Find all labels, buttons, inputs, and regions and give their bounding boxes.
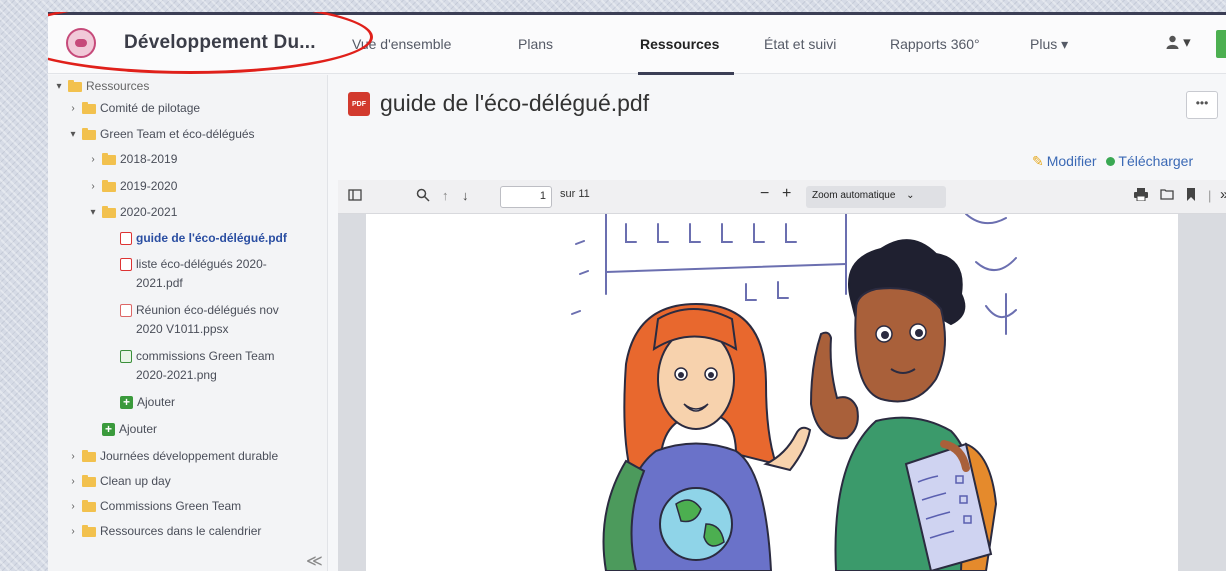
- previous-page-icon[interactable]: ↑: [442, 188, 449, 203]
- active-tab-indicator: [638, 72, 734, 75]
- search-icon[interactable]: [416, 188, 430, 205]
- chevron-down-icon[interactable]: ▾: [88, 203, 98, 222]
- image-file-icon: [120, 350, 132, 363]
- download-icon: [1106, 157, 1116, 166]
- nav-ressources[interactable]: Ressources: [640, 36, 719, 52]
- tree-file-commissions-png[interactable]: commissions Green Team 2020-2021.png: [120, 347, 275, 385]
- sidebar-toggle-icon[interactable]: [348, 188, 362, 205]
- edit-link[interactable]: Modifier: [1047, 153, 1097, 169]
- chevron-right-icon[interactable]: ›: [88, 150, 98, 169]
- tree-item-journees[interactable]: › Journées développement durable: [68, 447, 278, 466]
- page-total: sur 11: [560, 188, 590, 200]
- chevron-down-icon[interactable]: ▾: [54, 77, 64, 96]
- resource-tree-sidebar: ▾ Ressources › Comité de pilotage ▾ Gree…: [48, 75, 328, 571]
- folder-icon: [82, 475, 96, 487]
- next-page-icon[interactable]: ↓: [462, 188, 469, 203]
- students-illustration: [566, 214, 1066, 571]
- zoom-in-button[interactable]: +: [782, 185, 791, 203]
- tree-file-guide-pdf[interactable]: guide de l'éco-délégué.pdf: [120, 229, 287, 248]
- user-menu[interactable]: ▾: [1166, 33, 1191, 51]
- user-menu-caret: ▾: [1183, 34, 1191, 51]
- tree-item-green-team[interactable]: ▾ Green Team et éco-délégués: [68, 125, 254, 144]
- user-icon: [1166, 35, 1179, 49]
- presentation-file-icon: [120, 304, 132, 317]
- tree-item-comite[interactable]: › Comité de pilotage: [68, 99, 200, 118]
- tree-item-2020-2021[interactable]: ▾ 2020-2021: [88, 203, 177, 222]
- folder-icon: [82, 525, 96, 537]
- tree-file-reunion-ppsx[interactable]: Réunion éco-délégués nov 2020 V1011.ppsx: [120, 301, 279, 339]
- more-options-button[interactable]: •••: [1186, 91, 1218, 119]
- chevron-right-icon[interactable]: ›: [68, 472, 78, 491]
- nav-rapports-360[interactable]: Rapports 360°: [890, 36, 980, 52]
- more-tools-icon[interactable]: »: [1220, 186, 1226, 203]
- folder-icon: [82, 500, 96, 512]
- chevron-right-icon[interactable]: ›: [68, 522, 78, 541]
- plus-icon: +: [102, 423, 115, 436]
- toolbar-divider: |: [1208, 188, 1212, 203]
- plus-icon: +: [120, 396, 133, 409]
- chevron-right-icon[interactable]: ›: [68, 447, 78, 466]
- pdf-viewport[interactable]: [338, 214, 1226, 571]
- nav-plans[interactable]: Plans: [518, 36, 553, 52]
- page-number-input[interactable]: 1: [500, 186, 552, 208]
- add-folder-button[interactable]: + Ajouter: [102, 420, 157, 439]
- tree-item-clean-up[interactable]: › Clean up day: [68, 472, 170, 491]
- chevron-down-icon: ⌄: [906, 190, 915, 201]
- bookmark-icon[interactable]: [1186, 188, 1196, 204]
- document-title: guide de l'éco-délégué.pdf: [380, 90, 650, 116]
- folder-icon: [68, 80, 82, 92]
- folder-icon: [82, 128, 96, 140]
- download-link[interactable]: Télécharger: [1106, 153, 1193, 169]
- green-action-button[interactable]: [1216, 30, 1226, 58]
- print-icon[interactable]: [1134, 188, 1148, 204]
- tree-file-liste-pdf[interactable]: liste éco-délégués 2020- 2021.pdf: [120, 255, 267, 293]
- app-window: Développement Du... Vue d'ensemble Plans…: [48, 12, 1226, 571]
- document-actions: ✎ Modifier Télécharger: [1032, 153, 1193, 170]
- tree-item-2019-2020[interactable]: › 2019-2020: [88, 177, 177, 196]
- zoom-out-button[interactable]: −: [760, 185, 769, 203]
- chevron-right-icon[interactable]: ›: [68, 99, 78, 118]
- tree-item-calendrier[interactable]: › Ressources dans le calendrier: [68, 522, 261, 541]
- chevron-down-icon[interactable]: ▾: [68, 125, 78, 144]
- tree-root[interactable]: ▾ Ressources: [54, 77, 149, 96]
- tree-item-commissions[interactable]: › Commissions Green Team: [68, 497, 241, 516]
- pdf-file-icon: [120, 232, 132, 245]
- chevron-right-icon[interactable]: ›: [68, 497, 78, 516]
- add-file-button[interactable]: + Ajouter: [120, 393, 175, 412]
- pdf-page: [366, 214, 1178, 571]
- collapse-sidebar-icon[interactable]: ≪: [306, 551, 323, 571]
- pdf-document-icon: PDF: [348, 92, 370, 116]
- pdf-file-icon: [120, 258, 132, 271]
- folder-icon: [102, 180, 116, 192]
- open-file-icon[interactable]: [1160, 188, 1174, 203]
- folder-icon: [102, 153, 116, 165]
- chevron-right-icon[interactable]: ›: [88, 177, 98, 196]
- nav-etat-suivi[interactable]: État et suivi: [764, 36, 836, 52]
- folder-icon: [82, 450, 96, 462]
- pencil-icon: ✎: [1032, 153, 1044, 169]
- nav-plus[interactable]: Plus ▾: [1030, 36, 1068, 53]
- tree-item-2018-2019[interactable]: › 2018-2019: [88, 150, 177, 169]
- folder-icon: [102, 206, 116, 218]
- zoom-select[interactable]: Zoom automatique ⌄: [806, 186, 946, 208]
- pdf-viewer-toolbar: ↑ ↓ 1 sur 11 − + Zoom automatique ⌄ | »: [338, 180, 1226, 214]
- folder-icon: [82, 102, 96, 114]
